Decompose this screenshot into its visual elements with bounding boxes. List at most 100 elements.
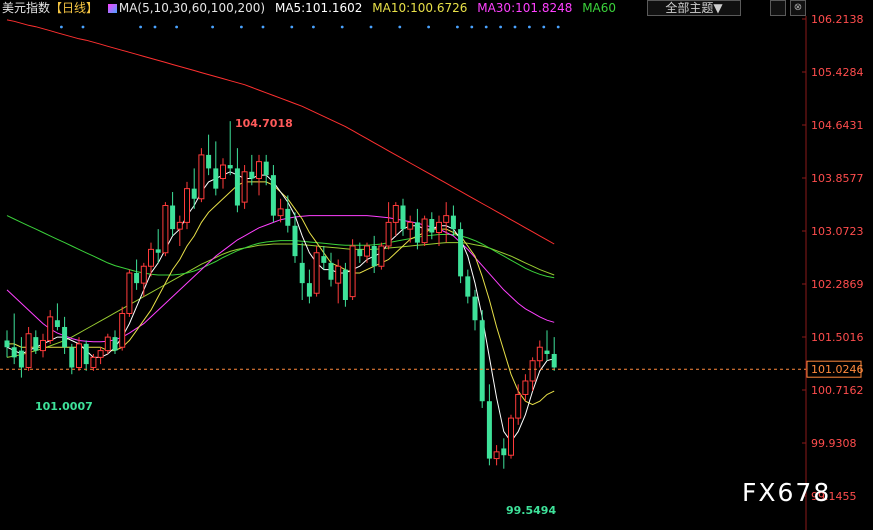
candle-body-down: [292, 225, 298, 257]
candle-body-down: [227, 165, 233, 169]
candle-body-down: [551, 353, 557, 368]
y-tick-label: 103.8577: [811, 172, 864, 185]
ma100-line: [6, 242, 555, 358]
chart-header: 美元指数【日线】 MA(5,10,30,60,100,200) MA5:101.…: [0, 0, 873, 16]
signal-dot: [240, 25, 243, 29]
candle-body-up: [313, 252, 320, 294]
candle-body-down: [155, 249, 161, 253]
candle-body-down: [249, 171, 255, 179]
candle-body-down: [465, 276, 471, 297]
ma-legend-icon: [107, 4, 117, 13]
ma30-line: [6, 215, 555, 343]
candle-body-down: [112, 337, 118, 351]
candle-body-up: [392, 205, 399, 223]
candle-body-down: [213, 168, 219, 189]
settings-box-button[interactable]: [770, 0, 786, 16]
signal-dot: [261, 25, 265, 29]
signal-dot: [427, 25, 430, 29]
candle-body-down: [486, 401, 492, 459]
candle-body-down: [54, 320, 60, 327]
candle-body-up: [421, 218, 428, 244]
candle-body-up: [162, 205, 169, 254]
signal-dot: [470, 25, 474, 29]
candle-body-up: [198, 154, 205, 200]
candle-body-up: [184, 188, 190, 223]
instrument-name: 美元指数: [2, 1, 51, 15]
candle-body-up: [529, 360, 536, 382]
signal-dot: [456, 25, 459, 29]
signal-dot: [528, 25, 531, 29]
ma60-line: [6, 215, 555, 279]
candle-body-down: [299, 262, 305, 284]
y-tick-label: 102.2869: [811, 278, 864, 291]
candle-body-down: [414, 222, 420, 243]
signal-dot: [369, 25, 373, 29]
watermark-logo: FX678: [742, 478, 832, 507]
low-annotation-left: 101.0007: [35, 400, 93, 413]
ma60-value: MA60: [582, 1, 617, 15]
candle-body-down: [371, 246, 377, 267]
signal-dots: [60, 25, 560, 29]
candle-body-up: [176, 221, 183, 230]
candle-body-up: [335, 265, 342, 284]
y-tick-label: 99.9308: [811, 437, 857, 450]
candle-body-up: [349, 245, 356, 298]
candle-body-up: [140, 265, 147, 284]
signal-dot: [499, 25, 502, 29]
candle-body-down: [69, 347, 75, 368]
signal-dot: [513, 25, 517, 29]
y-tick-label: 101.5016: [811, 331, 864, 344]
candle-body-down: [342, 269, 348, 300]
candle-body-down: [191, 188, 197, 199]
close-icon[interactable]: ⊗: [790, 0, 806, 16]
candle-body-up: [364, 245, 370, 257]
candle-body-down: [458, 229, 464, 277]
candle-body-up: [256, 161, 262, 180]
signal-dot: [340, 25, 344, 29]
candle-body-down: [134, 272, 140, 284]
candle-body-up: [436, 221, 442, 234]
signal-dot: [556, 25, 560, 29]
candle-body-up: [515, 393, 522, 419]
candle-body-up: [378, 245, 385, 267]
candle-body-down: [429, 219, 435, 233]
theme-dropdown-button[interactable]: 全部主题▼: [647, 0, 741, 16]
candle-body-up: [407, 221, 414, 230]
y-tick-label: 100.7162: [811, 384, 864, 397]
candle-body-down: [170, 205, 176, 230]
candle-body-down: [285, 208, 291, 226]
ma5-value: MA5:101.1602: [274, 1, 363, 15]
period-label[interactable]: 【日线】: [50, 1, 98, 15]
candle-body-up: [104, 336, 111, 352]
signal-dot: [81, 25, 85, 29]
candle-body-up: [493, 451, 500, 460]
candle-body-up: [277, 208, 284, 217]
y-tick-label: 104.6431: [811, 119, 864, 132]
signal-dot: [60, 25, 63, 29]
candle-body-down: [328, 262, 334, 280]
signal-dot: [153, 25, 157, 29]
candle-body-up: [241, 171, 248, 203]
candle-body-up: [443, 215, 450, 223]
candle-body-up: [97, 350, 104, 358]
candle-body-down: [4, 340, 10, 348]
candles: [4, 121, 557, 469]
candle-body-up: [536, 346, 543, 362]
signal-dot: [211, 25, 215, 29]
candle-body-down: [321, 256, 327, 263]
y-tick-label: 105.4284: [811, 66, 864, 79]
signal-dot: [139, 25, 143, 29]
candle-body-up: [47, 316, 54, 341]
signal-dot: [398, 25, 402, 29]
candle-body-down: [83, 343, 89, 365]
candlestick-chart: 106.2138105.4284104.6431103.8577103.0723…: [0, 13, 864, 530]
candle-body-down: [62, 326, 68, 348]
candle-body-up: [126, 272, 133, 314]
candle-body-down: [450, 215, 456, 230]
current-price-label: 101.0246: [811, 363, 864, 376]
candle-body-down: [501, 448, 507, 456]
candle-body-up: [220, 164, 226, 180]
candle-body-down: [400, 205, 406, 230]
y-tick-label: 103.0723: [811, 225, 864, 238]
candle-body-up: [119, 312, 126, 348]
